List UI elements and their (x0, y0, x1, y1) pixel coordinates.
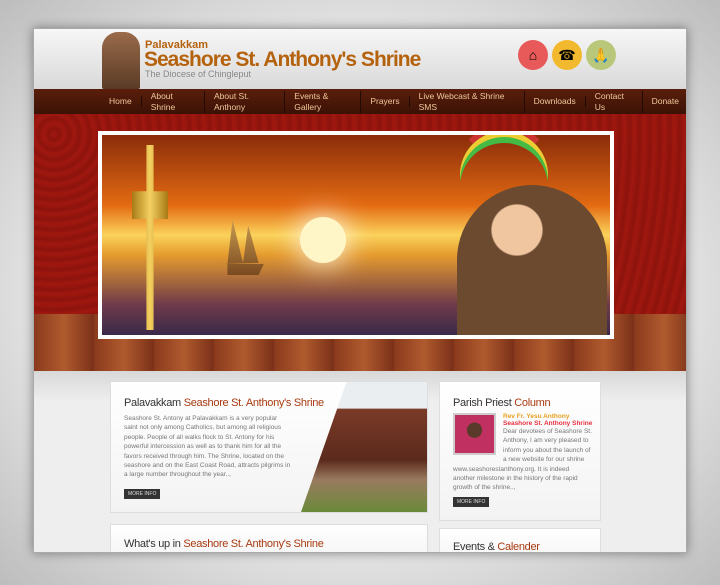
logo-saint-image (102, 32, 140, 89)
home-icon[interactable]: ⌂ (518, 40, 548, 70)
nav-about-shrine[interactable]: About Shrine (142, 90, 205, 113)
phone-icon[interactable]: ☎ (552, 40, 582, 70)
events-title: Events & Calender (453, 541, 540, 553)
nav-prayers[interactable]: Prayers (361, 96, 410, 107)
nav-events-gallery[interactable]: Events & Gallery (285, 90, 362, 113)
priest-text: Dear devotees of Seashore St. Anthony, I… (453, 427, 593, 493)
whatsup-box: What's up in Seashore St. Anthony's Shri… (110, 524, 428, 552)
about-title-plain: Palavakkam (124, 397, 181, 409)
priest-text-block: Rev Fr. Yesu Anthony Seashore St. Anthon… (453, 413, 593, 493)
nav-about-st-anthony[interactable]: About St. Anthony (205, 90, 286, 113)
about-title: Palavakkam Seashore St. Anthony's Shrine (124, 397, 324, 409)
golden-cross (132, 145, 168, 330)
nav-live-webcast[interactable]: Live Webcast & Shrine SMS (410, 90, 525, 113)
events-box: Events & Calender (439, 528, 601, 553)
nav-donate[interactable]: Donate (643, 96, 686, 107)
nav-contact-us[interactable]: Contact Us (586, 90, 643, 113)
nav-home[interactable]: Home (100, 96, 142, 107)
header: Palavakkam Seashore St. Anthony's Shrine… (34, 29, 686, 89)
about-more-info-button[interactable]: MORE INFO (124, 489, 161, 499)
about-box: Palavakkam Seashore St. Anthony's Shrine… (110, 381, 428, 513)
st-anthony-figure (457, 185, 607, 335)
main-nav: Home About Shrine About St. Anthony Even… (34, 89, 686, 114)
site-subtitle: The Diocese of Chingleput (145, 69, 252, 79)
whatsup-title-accent: Seashore St. Anthony's Shrine (183, 538, 324, 550)
events-title-plain: Events & (453, 541, 495, 553)
slide-image (102, 135, 610, 335)
priest-title-accent: Column (514, 397, 551, 409)
priest-title: Parish Priest Column (453, 397, 551, 409)
whatsup-title: What's up in Seashore St. Anthony's Shri… (124, 538, 324, 550)
sun (300, 217, 346, 263)
about-title-accent: Seashore St. Anthony's Shrine (183, 397, 324, 409)
priest-more-info-button[interactable]: MORE INFO (453, 497, 490, 507)
priest-name: Rev Fr. Yesu Anthony (503, 413, 570, 420)
nav-downloads[interactable]: Downloads (525, 96, 586, 107)
banner (34, 114, 686, 371)
priest-org: Seashore St. Anthony Shrine (503, 420, 593, 427)
content: Palavakkam Seashore St. Anthony's Shrine… (34, 371, 686, 553)
priest-box: Parish Priest Column Rev Fr. Yesu Anthon… (439, 381, 601, 521)
slideshow[interactable] (98, 131, 614, 339)
page: Palavakkam Seashore St. Anthony's Shrine… (33, 28, 687, 553)
praying-hands-icon[interactable]: 🙏 (586, 40, 616, 70)
priest-title-plain: Parish Priest (453, 397, 512, 409)
about-text: Seashore St. Antony at Palavakkam is a v… (124, 415, 291, 479)
ship (222, 220, 264, 275)
events-title-accent: Calender (497, 541, 540, 553)
whatsup-title-plain: What's up in (124, 538, 181, 550)
